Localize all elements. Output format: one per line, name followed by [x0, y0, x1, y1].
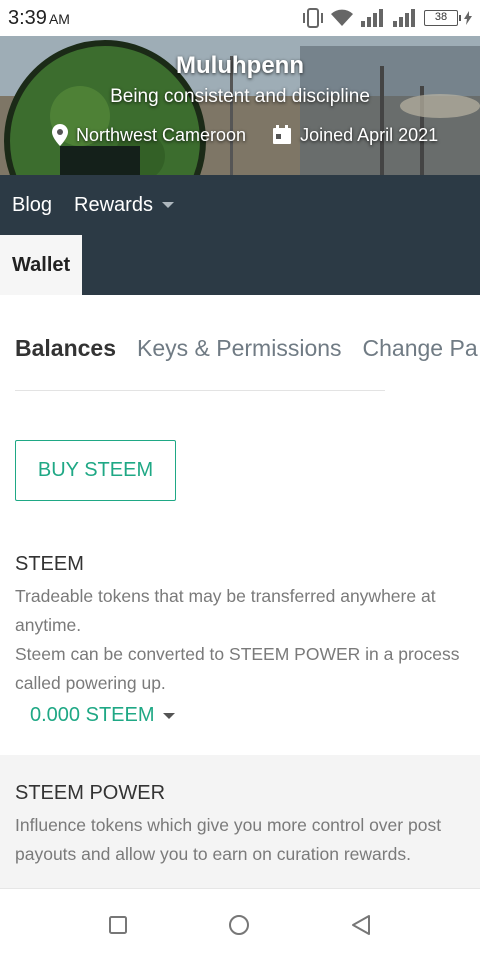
steem-balance-value: 0.000 STEEM [30, 704, 155, 726]
steem-section: STEEM Tradeable tokens that may be trans… [0, 553, 480, 727]
chevron-down-icon [162, 712, 175, 719]
vibrate-icon [303, 8, 323, 28]
wifi-icon [331, 9, 353, 26]
calendar-icon [273, 125, 292, 144]
location: Northwest Cameroon [52, 124, 246, 146]
status-time: 3:39 AM [8, 6, 70, 29]
signal-icon [361, 9, 383, 27]
location-text: Northwest Cameroon [76, 124, 247, 145]
steem-balance-dropdown[interactable]: 0.000 STEEM [30, 704, 175, 727]
battery-icon: 38 [424, 10, 461, 26]
nav-rewards-menu[interactable]: Rewards [74, 194, 174, 217]
steem-power-title: STEEM POWER [15, 782, 166, 804]
steem-description: Tradeable tokens that may be transferred… [15, 582, 465, 698]
location-pin-icon [52, 124, 68, 146]
user-nav: Blog Rewards Wallet [0, 175, 480, 295]
tab-balances[interactable]: Balances [15, 335, 116, 361]
charging-icon [464, 11, 472, 25]
nav-rewards-label: Rewards [74, 193, 153, 216]
joined: Joined April 2021 [272, 125, 438, 146]
nav-blog-link[interactable]: Blog [12, 194, 52, 217]
buy-steem-button[interactable]: BUY STEEM [15, 440, 176, 501]
status-icons: 38 [302, 8, 472, 28]
system-nav-bar [0, 888, 480, 960]
back-icon[interactable] [350, 914, 372, 936]
joined-text: Joined April 2021 [300, 124, 439, 145]
steem-description-2: Steem can be converted to STEEM POWER in… [15, 644, 460, 693]
status-bar: 3:39 AM 38 [0, 0, 480, 36]
tabs-divider [15, 390, 385, 391]
profile-cover: Muluhpenn Being consistent and disciplin… [0, 36, 480, 175]
signal-icon-2 [393, 9, 415, 27]
tab-change-password[interactable]: Change Pa [363, 335, 478, 361]
chevron-down-icon [161, 202, 174, 209]
tab-keys-permissions[interactable]: Keys & Permissions [137, 335, 342, 361]
steem-title: STEEM [15, 553, 84, 575]
nav-wallet-tab[interactable]: Wallet [0, 235, 82, 295]
wallet-tabs: Balances Keys & Permissions Change Pa [15, 335, 478, 362]
home-icon[interactable] [228, 914, 250, 936]
steem-power-description: Influence tokens which give you more con… [15, 815, 442, 864]
profile-meta: Northwest Cameroon Joined April 2021 [52, 124, 438, 146]
profile-tagline: Being consistent and discipline [110, 86, 370, 107]
nav-row: Blog Rewards [0, 175, 174, 235]
steem-power-section: STEEM POWER Influence tokens which give … [0, 755, 480, 890]
recent-apps-icon[interactable] [108, 915, 128, 935]
steem-description-1: Tradeable tokens that may be transferred… [15, 586, 436, 635]
profile-name: Muluhpenn [176, 52, 304, 79]
